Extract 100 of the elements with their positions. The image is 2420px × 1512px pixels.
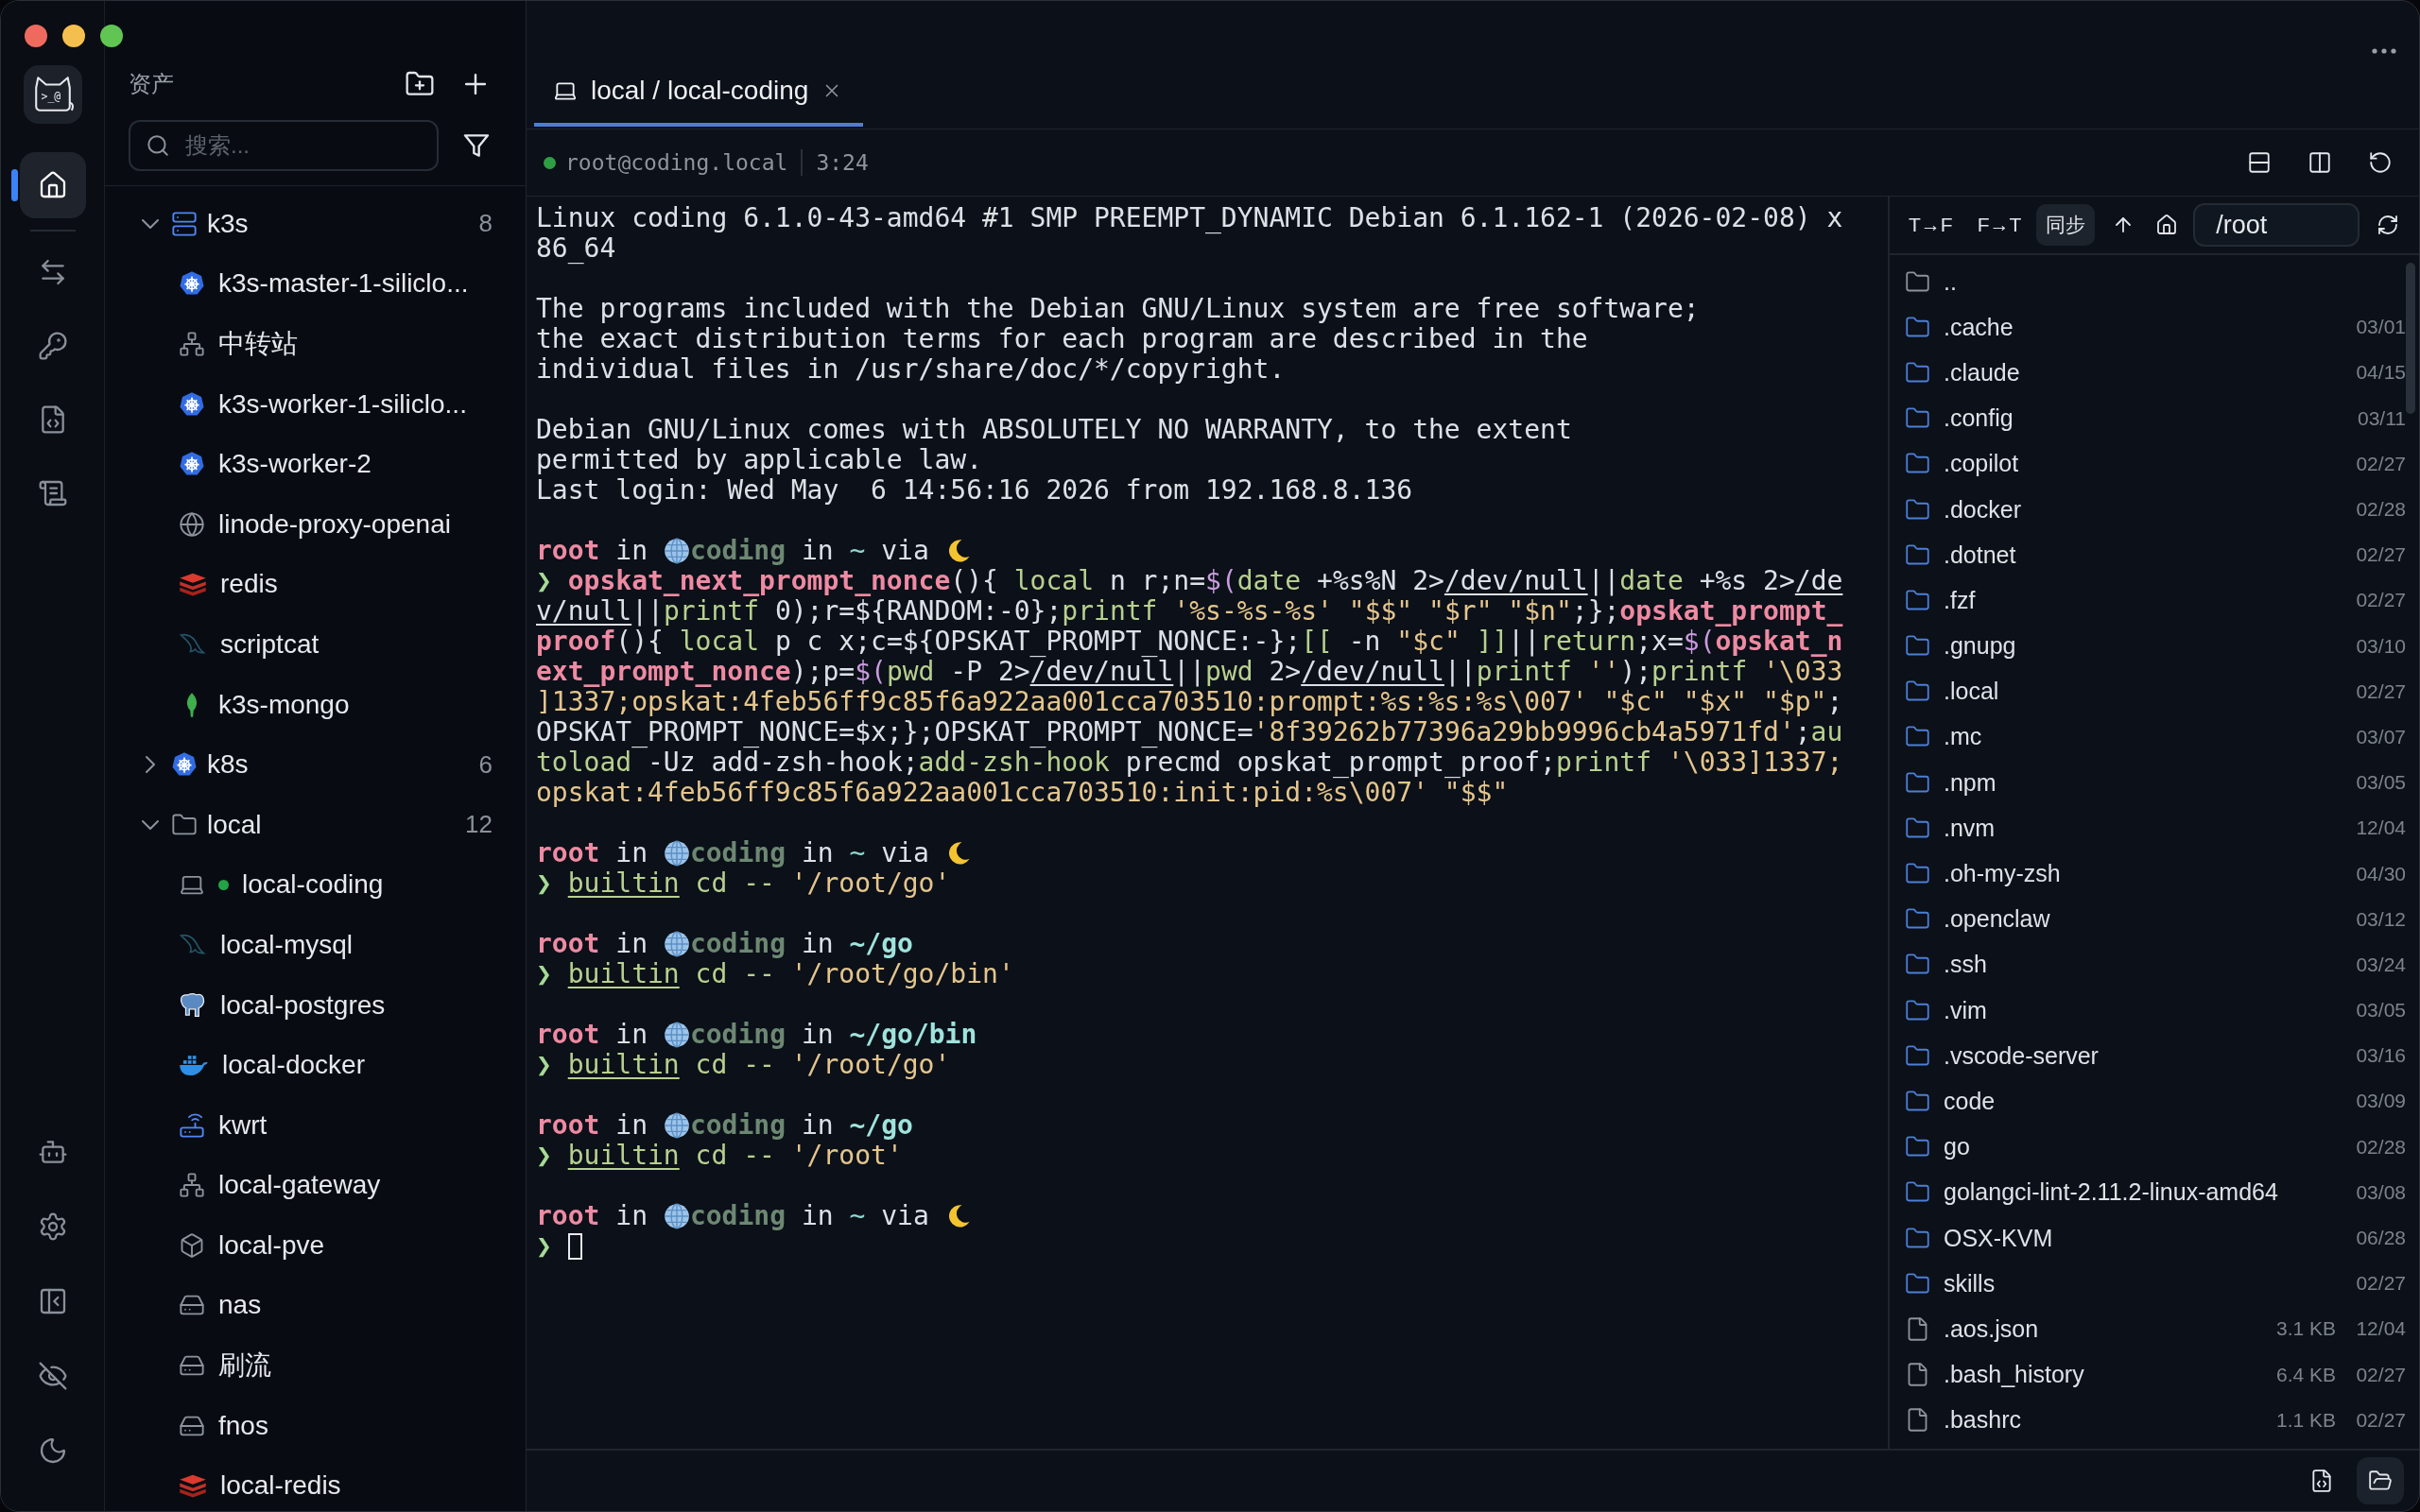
terminal-line: v/null||printf 0);r=${RANDOM:-0};printf '%s-%s-%s' "$$" "$r" "$n";};opskat_prompt_ [536,596,1844,627]
tree-item[interactable]: kwrt [105,1094,526,1156]
terminal-line: ❯ builtin cd -- '/root/go/bin' [536,959,1015,989]
tree-item[interactable]: local-redis [105,1455,526,1511]
terminal-text: coding in ~/go [689,929,913,959]
tree-item[interactable]: local-coding [105,854,526,916]
tab[interactable]: local / local-coding [534,59,864,127]
terminal-line: Linux coding 6.1.0-43-amd64 #1 SMP PREEMPT_DYNAMIC Debian 6.1.162-1 (2026-02-08) x [536,203,1844,233]
file-row[interactable]: .gnupg 03/10 [1890,623,2419,669]
terminal-line: proof(){ local p c x;c=${OPSKAT_PROMPT_NONCE:-};[[ -n "$c" ]]||return;x=$(opskat_n [536,627,1844,657]
tree-item[interactable]: k3s 8 [105,194,526,254]
session-time: 3:24 [816,150,869,175]
file-date: 02/27 [2355,1408,2406,1432]
terminal-text: coding in ~/go [689,1110,913,1141]
terminal-line: OPSKAT_PROMPT_NONCE=$x;};OPSKAT_PROMPT_NONCE='8f39262b77396a29bb9996cb4a5971fd';au [536,717,1844,747]
file-size: 1.1 KB [2275,1408,2336,1432]
file-row[interactable]: .local 02/27 [1890,668,2419,714]
file-row[interactable]: .bashrc 1.1 KB 02/27 [1890,1397,2419,1443]
terminal-text: root in [536,838,648,868]
terminal-text: coding in ~ via [689,838,930,868]
tree-item[interactable]: local-docker [105,1035,526,1095]
file-row[interactable]: golangci-lint-2.11.2-linux-amd64 03/08 [1890,1169,2419,1215]
terminal-line: 86_64 [536,233,617,264]
tree-item[interactable]: linode-proxy-openai [105,493,526,555]
file-row[interactable]: go 02/28 [1890,1124,2419,1170]
file-date: 03/07 [2355,725,2406,748]
file-row[interactable]: .ssh 03/24 [1890,941,2419,988]
file-row[interactable]: .oh-my-zsh 04/30 [1890,850,2419,897]
terminal-text: coding in ~ via [689,1201,930,1231]
mode-button[interactable]: F→T [1967,204,2031,246]
file-row[interactable]: code 03/09 [1890,1078,2419,1125]
terminal-text: root in [536,1110,648,1141]
file-date: 04/30 [2355,862,2406,885]
file-date: 03/01 [2355,316,2406,339]
file-row[interactable]: .aos.json 3.1 KB 12/04 [1890,1306,2419,1352]
file-size: 3.1 KB [2275,1317,2336,1341]
tree-item[interactable]: k3s-worker-2 [105,434,526,494]
file-row[interactable]: .config 03/11 [1890,395,2419,441]
file-date: 02/27 [2355,543,2406,567]
file-row[interactable]: .claude 04/15 [1890,350,2419,396]
file-row[interactable]: OSX-KVM 06/28 [1890,1214,2419,1262]
file-date: 02/28 [2355,1135,2406,1159]
file-row[interactable]: .npm 03/05 [1890,760,2419,806]
terminal-line: ❯ builtin cd -- '/root' [536,1141,904,1171]
file-date: 03/12 [2355,907,2406,931]
file-row[interactable]: .cache 03/01 [1890,304,2419,351]
file-date: 03/24 [2355,953,2406,976]
file-size: 6.4 KB [2275,1363,2336,1386]
path-field[interactable]: /root [2193,203,2360,247]
terminal-line: Last login: Wed May 6 14:56:16 2026 from 192.168.8.136 [536,475,1414,506]
file-date: 02/27 [2355,1363,2406,1386]
file-date: 03/16 [2355,1044,2406,1068]
terminal-line: the exact distribution terms for each program are described in the [536,324,1589,354]
file-date: 02/28 [2355,498,2406,522]
file-row[interactable]: .mc 03/07 [1890,713,2419,761]
tree-item[interactable]: local-postgres [105,974,526,1036]
app-logo: >_@ [23,65,82,124]
tree-item[interactable]: k3s-worker-1-siliclo... [105,373,526,435]
tree-item[interactable]: nas [105,1275,526,1336]
tree-item[interactable]: k3s-master-1-siliclo... [105,253,526,315]
terminal-text: coding in ~ via [689,536,930,566]
file-row[interactable]: .copilot 02/27 [1890,440,2419,487]
terminal-text: root in [536,1020,648,1050]
terminal-text: ❯ [536,1231,553,1262]
file-row[interactable]: .bash_history 6.4 KB 02/27 [1890,1351,2419,1398]
file-row[interactable]: .openclaw 03/12 [1890,896,2419,942]
terminal-line: permitted by applicable law. [536,445,983,475]
file-row[interactable]: .vim 03/05 [1890,988,2419,1034]
file-row[interactable]: .fzf 02/27 [1890,577,2419,624]
file-row[interactable]: .docker 02/28 [1890,486,2419,533]
terminal-line: ❯ builtin cd -- '/root/go' [536,868,952,899]
tree-item[interactable]: scriptcat [105,614,526,675]
terminal-line: opskat:4feb56ff9c85f6a922aa001cca703510:init:pid:%s\007' "$$" [536,778,1509,808]
tree-item[interactable]: local-mysql [105,915,526,975]
file-row[interactable]: .. [1890,259,2419,305]
file-row[interactable]: .vscode-server 03/16 [1890,1033,2419,1079]
mode-button[interactable]: 同步 [2036,204,2096,246]
tree-item[interactable]: 刷流 [105,1335,526,1396]
tree-item[interactable]: fnos [105,1395,526,1456]
tree-item[interactable]: local-gateway [105,1155,526,1216]
file-row[interactable]: .nvm 12/04 [1890,805,2419,851]
tree-item[interactable]: redis [105,554,526,615]
mode-button[interactable]: T→F [1899,204,1962,246]
terminal-line: The programs included with the Debian GNU/Linux system are free software; [536,294,1701,324]
search-field[interactable]: 搜索... [129,120,439,171]
file-row[interactable]: .dotnet 02/27 [1890,532,2419,578]
file-row[interactable]: skills 02/27 [1890,1261,2419,1307]
file-date: 03/05 [2355,771,2406,795]
file-date: 12/04 [2355,1317,2406,1341]
tree-item[interactable]: k3s-mongo [105,674,526,735]
tree-item[interactable]: local 12 [105,794,526,855]
terminal-text: root in [536,929,648,959]
tree-item[interactable]: k8s 6 [105,734,526,795]
terminal-line: Debian GNU/Linux comes with ABSOLUTELY NO WARRANTY, to the extent [536,415,1573,445]
terminal-text: coding in ~/go/bin [689,1020,977,1050]
terminal-line: toload -Uz add-zsh-hook;add-zsh-hook precmd opskat_prompt_proof;printf '\033]1337; [536,747,1844,778]
sidebar-title: 资产 [129,70,175,98]
tree-item[interactable]: local-pve [105,1215,526,1276]
terminal-line: ext_prompt_nonce);p=$(pwd -P 2>/dev/null||pwd 2>/dev/null||printf '');printf '\033 [536,657,1844,687]
tree-item[interactable]: 中转站 [105,314,526,374]
